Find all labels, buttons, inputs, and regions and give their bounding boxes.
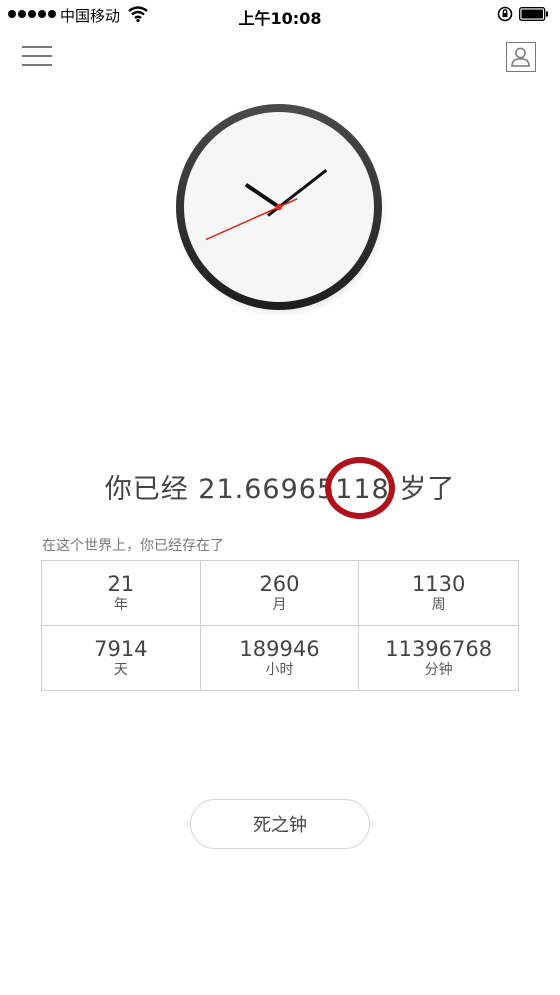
status-time: 上午10:08 <box>238 9 322 28</box>
stat-value: 21 <box>107 571 135 596</box>
stat-months: 260 月 <box>200 561 360 626</box>
stat-unit: 周 <box>431 596 446 613</box>
stat-unit: 月 <box>272 596 287 613</box>
app-screen: 中国移动 上午10:08 你已经 21.66965118 岁了 在这个世界上，你… <box>0 0 560 995</box>
stat-days: 7914 天 <box>42 625 201 690</box>
age-suffix: 岁了 <box>399 474 456 505</box>
stat-unit: 年 <box>113 596 128 613</box>
stat-unit: 小时 <box>265 661 294 678</box>
red-circle-annotation <box>325 457 395 519</box>
stat-unit: 分钟 <box>424 661 453 678</box>
hamburger-menu-icon[interactable] <box>22 44 52 68</box>
stat-hours: 189946 小时 <box>201 625 360 690</box>
rotation-lock-icon <box>497 6 513 22</box>
battery-icon <box>519 7 548 21</box>
death-clock-button[interactable]: 死之钟 <box>190 799 370 849</box>
life-stats-grid: 21 年 260 月 1130 周 7914 天 189946 小时 11396… <box>41 560 519 691</box>
stat-minutes: 11396768 分钟 <box>359 626 518 691</box>
age-prefix: 你已经 <box>104 474 189 505</box>
analog-clock <box>171 99 387 318</box>
user-profile-icon[interactable] <box>506 42 536 72</box>
stat-value: 7914 <box>94 636 148 661</box>
stat-value: 260 <box>259 571 300 596</box>
stat-value: 189946 <box>239 636 320 661</box>
age-value-main: 21.66965 <box>198 474 336 505</box>
stat-unit: 天 <box>113 661 128 678</box>
user-silhouette-icon <box>511 47 530 67</box>
stat-weeks: 1130 周 <box>359 561 518 626</box>
clock-center-pin <box>275 203 283 211</box>
status-bar: 中国移动 上午10:08 <box>0 0 560 30</box>
age-display: 你已经 21.66965118 岁了 <box>0 467 560 506</box>
existence-caption: 在这个世界上，你已经存在了 <box>42 538 224 554</box>
stat-value: 11396768 <box>385 636 493 661</box>
stat-years: 21 年 <box>42 561 201 626</box>
stat-value: 1130 <box>411 571 466 596</box>
